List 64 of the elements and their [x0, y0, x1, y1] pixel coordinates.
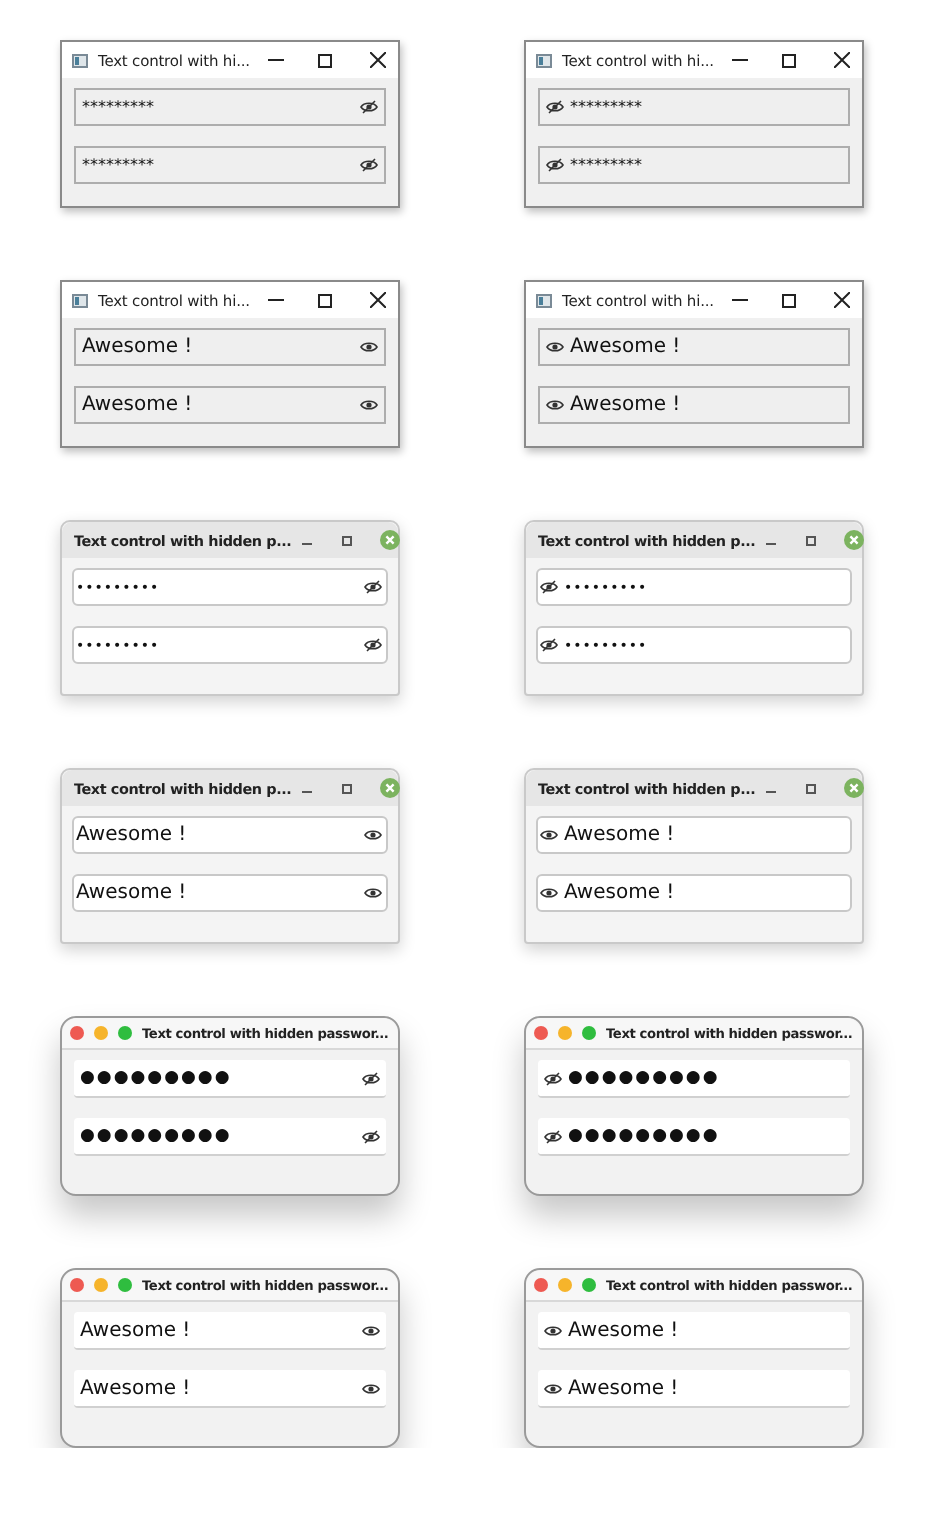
eye-slash-icon[interactable] — [544, 1071, 562, 1085]
password-field[interactable]: Awesome ! — [72, 874, 388, 912]
password-field[interactable]: ********* — [538, 146, 850, 184]
password-field[interactable]: Awesome ! — [74, 386, 386, 424]
maximize-icon[interactable] — [782, 53, 796, 67]
eye-icon[interactable] — [360, 398, 378, 412]
close-button[interactable] — [70, 1278, 84, 1292]
close-button[interactable] — [70, 1026, 84, 1040]
password-field[interactable]: Awesome ! — [72, 816, 388, 854]
password-field[interactable]: Awesome ! — [536, 874, 852, 912]
password-field[interactable]: ********* — [538, 88, 850, 126]
eye-slash-icon[interactable] — [364, 638, 382, 652]
eye-icon[interactable] — [540, 828, 558, 842]
eye-slash-icon[interactable] — [362, 1129, 380, 1143]
maximize-icon[interactable] — [782, 293, 796, 307]
eye-icon[interactable] — [360, 340, 378, 354]
password-field[interactable]: Awesome ! — [74, 1312, 386, 1350]
eye-icon[interactable] — [544, 1381, 562, 1395]
eye-icon[interactable] — [546, 398, 564, 412]
eye-slash-icon[interactable] — [360, 100, 378, 114]
close-icon[interactable] — [370, 52, 386, 68]
app-icon — [536, 293, 552, 307]
eye-icon[interactable] — [362, 1381, 380, 1395]
maximize-icon[interactable] — [805, 535, 816, 545]
eye-slash-icon[interactable] — [546, 158, 564, 172]
eye-slash-icon[interactable] — [544, 1129, 562, 1143]
maximize-icon[interactable] — [318, 293, 332, 307]
password-field[interactable]: Awesome ! — [74, 328, 386, 366]
eye-icon[interactable] — [544, 1323, 562, 1337]
close-button[interactable] — [534, 1026, 548, 1040]
maximize-icon[interactable] — [805, 783, 816, 793]
close-icon[interactable] — [370, 292, 386, 308]
eye-slash-icon[interactable] — [546, 100, 564, 114]
maximize-icon[interactable] — [318, 53, 332, 67]
maximize-icon[interactable] — [341, 783, 352, 793]
eye-icon[interactable] — [364, 886, 382, 900]
close-button[interactable] — [534, 1278, 548, 1292]
eye-slash-icon[interactable] — [362, 1071, 380, 1085]
app-icon — [72, 293, 88, 307]
password-field[interactable]: Awesome ! — [538, 1312, 850, 1350]
eye-slash-icon[interactable] — [364, 580, 382, 594]
password-field[interactable]: Awesome ! — [538, 328, 850, 366]
eye-slash-icon[interactable] — [540, 580, 558, 594]
app-icon — [536, 53, 552, 67]
password-field[interactable]: ●●●●●●●●● — [74, 1060, 386, 1098]
app-icon — [72, 53, 88, 67]
password-field[interactable]: ********* — [74, 88, 386, 126]
eye-slash-icon[interactable] — [540, 638, 558, 652]
eye-icon[interactable] — [540, 886, 558, 900]
password-field[interactable]: ●●●●●●●●● — [538, 1118, 850, 1156]
eye-slash-icon[interactable] — [360, 158, 378, 172]
close-icon[interactable] — [834, 292, 850, 308]
eye-icon[interactable] — [364, 828, 382, 842]
password-field[interactable]: ●●●●●●●●● — [74, 1118, 386, 1156]
password-field[interactable]: Awesome ! — [538, 1370, 850, 1408]
eye-icon[interactable] — [362, 1323, 380, 1337]
password-field[interactable]: Awesome ! — [74, 1370, 386, 1408]
password-field[interactable]: Awesome ! — [538, 386, 850, 424]
eye-icon[interactable] — [546, 340, 564, 354]
password-field[interactable]: ********* — [74, 146, 386, 184]
password-field[interactable]: ●●●●●●●●● — [538, 1060, 850, 1098]
close-icon[interactable] — [834, 52, 850, 68]
maximize-icon[interactable] — [341, 535, 352, 545]
password-field[interactable]: Awesome ! — [536, 816, 852, 854]
